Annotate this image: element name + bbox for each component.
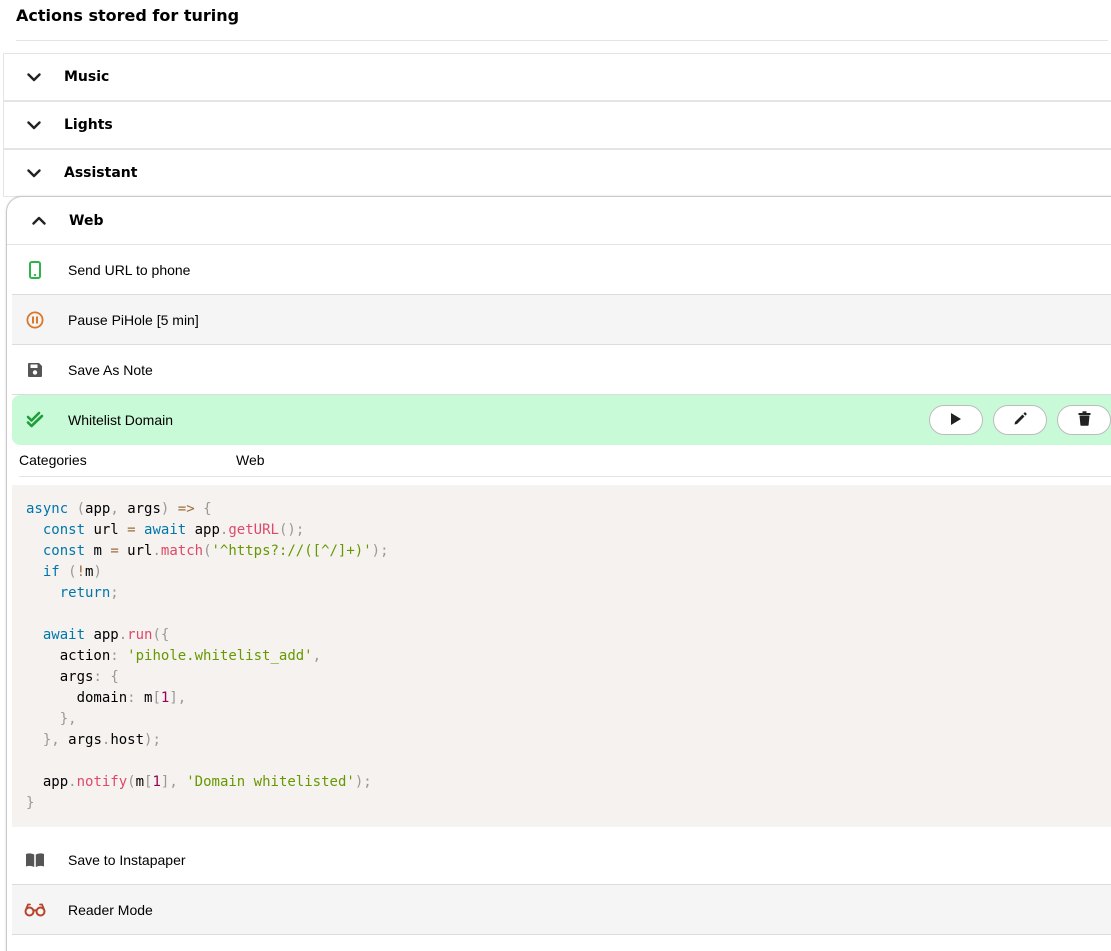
action-code-block: async (app, args) => { const url = await… xyxy=(12,485,1111,827)
code-line: }, xyxy=(59,711,77,727)
action-label: Reader Mode xyxy=(68,901,153,918)
open-book-icon xyxy=(24,849,46,871)
category-label: Lights xyxy=(64,117,113,133)
chevron-down-icon xyxy=(24,67,44,87)
edit-button[interactable] xyxy=(993,405,1047,435)
code-line: const url = await app.getURL(); xyxy=(42,522,305,538)
action-label: Save As Note xyxy=(68,361,153,378)
code-line: action: 'pihole.whitelist_add', xyxy=(26,648,322,664)
category-label: Music xyxy=(64,69,110,85)
code-line: await app.run({ xyxy=(42,627,170,643)
category-label: Assistant xyxy=(64,165,138,181)
action-whitelist-domain[interactable]: Whitelist Domain xyxy=(12,395,1111,445)
code-line: }, args.host); xyxy=(42,732,161,748)
chevron-up-icon xyxy=(29,211,49,231)
code-line: if (!m) xyxy=(42,564,102,580)
code-line: app.notify(m[1], 'Domain whitelisted'); xyxy=(26,774,372,790)
double-check-icon xyxy=(24,409,46,431)
chevron-down-icon xyxy=(24,115,44,135)
chevron-down-icon xyxy=(24,163,44,183)
action-metadata-row: Categories Web xyxy=(19,447,1111,477)
code-line: args: { xyxy=(26,669,119,685)
page-title: Actions stored for turing xyxy=(16,6,240,25)
glasses-icon xyxy=(24,899,46,921)
category-assistant[interactable]: Assistant xyxy=(3,149,1111,197)
code-line: domain: m[1], xyxy=(26,690,187,706)
code-line: async (app, args) => { xyxy=(26,501,212,517)
action-save-as-note[interactable]: Save As Note xyxy=(12,345,1111,395)
pencil-icon xyxy=(1013,411,1027,429)
category-lights[interactable]: Lights xyxy=(3,101,1111,149)
delete-button[interactable] xyxy=(1057,405,1111,435)
category-web[interactable]: Web xyxy=(7,197,1111,245)
action-pause-pihole[interactable]: Pause PiHole [5 min] xyxy=(12,295,1111,345)
categories-key: Categories xyxy=(19,452,87,468)
category-music[interactable]: Music xyxy=(3,53,1111,101)
code-line: } xyxy=(26,795,35,811)
title-divider xyxy=(16,40,1108,41)
code-line: return; xyxy=(59,585,119,601)
trash-icon xyxy=(1078,411,1091,429)
categories-value: Web xyxy=(236,452,265,468)
action-save-to-instapaper[interactable]: Save to Instapaper xyxy=(12,835,1111,885)
code-line: const m = url.match('^https?://([^/]+)')… xyxy=(42,543,389,559)
action-send-url-to-phone[interactable]: Send URL to phone xyxy=(12,245,1111,295)
action-label: Pause PiHole [5 min] xyxy=(68,311,199,328)
action-reader-mode[interactable]: Reader Mode xyxy=(12,885,1111,935)
action-buttons xyxy=(929,405,1111,435)
play-icon xyxy=(950,412,962,429)
action-label: Send URL to phone xyxy=(68,261,191,278)
action-label: Whitelist Domain xyxy=(68,412,174,428)
pause-circle-icon xyxy=(24,309,46,331)
category-label: Web xyxy=(69,212,104,229)
action-label: Save to Instapaper xyxy=(68,851,186,868)
run-button[interactable] xyxy=(929,405,983,435)
floppy-disk-icon xyxy=(24,359,46,381)
mobile-phone-icon xyxy=(24,259,46,281)
